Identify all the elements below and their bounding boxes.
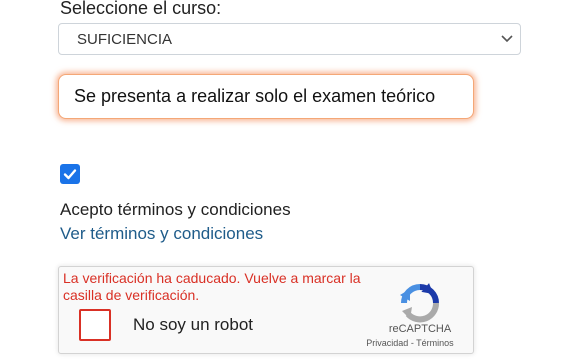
legal-separator: - — [408, 338, 417, 348]
not-robot-checkbox[interactable] — [79, 309, 111, 341]
recaptcha-logo-icon — [400, 283, 440, 323]
terms-label: Acepto términos y condiciones — [60, 200, 291, 219]
notice-text: Se presenta a realizar solo el examen te… — [74, 86, 436, 106]
recaptcha-error: La verificación ha caducado. Vuelve a ma… — [63, 270, 361, 303]
recaptcha-widget: La verificación ha caducado. Vuelve a ma… — [58, 266, 474, 354]
theory-only-notice: Se presenta a realizar solo el examen te… — [58, 74, 474, 119]
terms-checkbox[interactable] — [60, 164, 80, 184]
chevron-down-icon — [501, 35, 513, 43]
not-robot-label: No soy un robot — [133, 315, 254, 334]
recaptcha-brand: reCAPTCHA — [388, 323, 452, 335]
recaptcha-legal: Privacidad - Términos — [348, 338, 472, 348]
checkmark-icon — [63, 169, 77, 180]
registration-form: Seleccione el curso: SUFICIENCIA Se pres… — [0, 0, 563, 360]
privacy-link[interactable]: Privacidad — [366, 338, 408, 348]
terms-link[interactable]: Términos — [416, 338, 454, 348]
course-select[interactable]: SUFICIENCIA — [58, 23, 521, 55]
course-select-value: SUFICIENCIA — [77, 30, 173, 48]
view-terms-link[interactable]: Ver términos y condiciones — [60, 224, 263, 244]
course-label: Seleccione el curso: — [60, 0, 222, 18]
